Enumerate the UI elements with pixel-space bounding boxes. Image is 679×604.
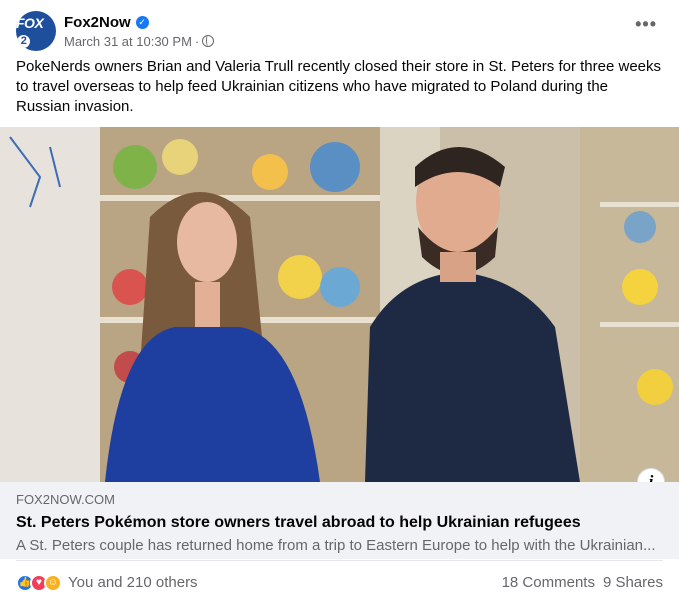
separator: · — [194, 33, 200, 49]
page-name[interactable]: Fox2Now — [64, 14, 131, 31]
globe-icon — [202, 35, 215, 47]
care-icon: ☺ — [44, 573, 62, 592]
reactions-summary[interactable]: 👍 ♥ ☺ You and 210 others — [16, 573, 198, 592]
page-avatar[interactable]: FOX2 — [16, 11, 56, 51]
post-caption: PokeNerds owners Brian and Valeria Trull… — [16, 58, 662, 115]
post-footer: 👍 ♥ ☺ You and 210 others 18 Comments 9 S… — [16, 560, 663, 604]
link-preview[interactable]: FOX2NOW.COM St. Peters Pokémon store own… — [0, 482, 679, 559]
fox2-logo: FOX2 — [16, 14, 44, 48]
link-headline[interactable]: St. Peters Pokémon store owners travel a… — [16, 513, 663, 533]
reactions-count[interactable]: You and 210 others — [68, 574, 198, 591]
facebook-post: FOX2 Fox2Now ✓ March 31 at 10:30 PM · ••… — [0, 0, 679, 604]
comments-count[interactable]: 18 Comments — [502, 574, 595, 591]
verified-badge-icon: ✓ — [135, 15, 149, 29]
reaction-icons: 👍 ♥ ☺ — [16, 573, 62, 592]
post-header: FOX2 Fox2Now ✓ March 31 at 10:30 PM · — [16, 10, 215, 52]
post-timestamp[interactable]: March 31 at 10:30 PM — [64, 34, 192, 49]
post-image[interactable]: i — [0, 127, 679, 482]
shares-count[interactable]: 9 Shares — [603, 574, 663, 591]
time-row: March 31 at 10:30 PM · — [64, 33, 215, 49]
link-description: A St. Peters couple has returned home fr… — [16, 537, 656, 554]
post-meta: Fox2Now ✓ March 31 at 10:30 PM · — [64, 14, 215, 49]
more-options-button[interactable]: ••• — [635, 14, 657, 35]
link-domain: FOX2NOW.COM — [16, 492, 115, 507]
engagement-counts: 18 Comments 9 Shares — [502, 574, 663, 591]
name-row: Fox2Now ✓ — [64, 14, 214, 31]
interview-photo — [0, 127, 679, 482]
